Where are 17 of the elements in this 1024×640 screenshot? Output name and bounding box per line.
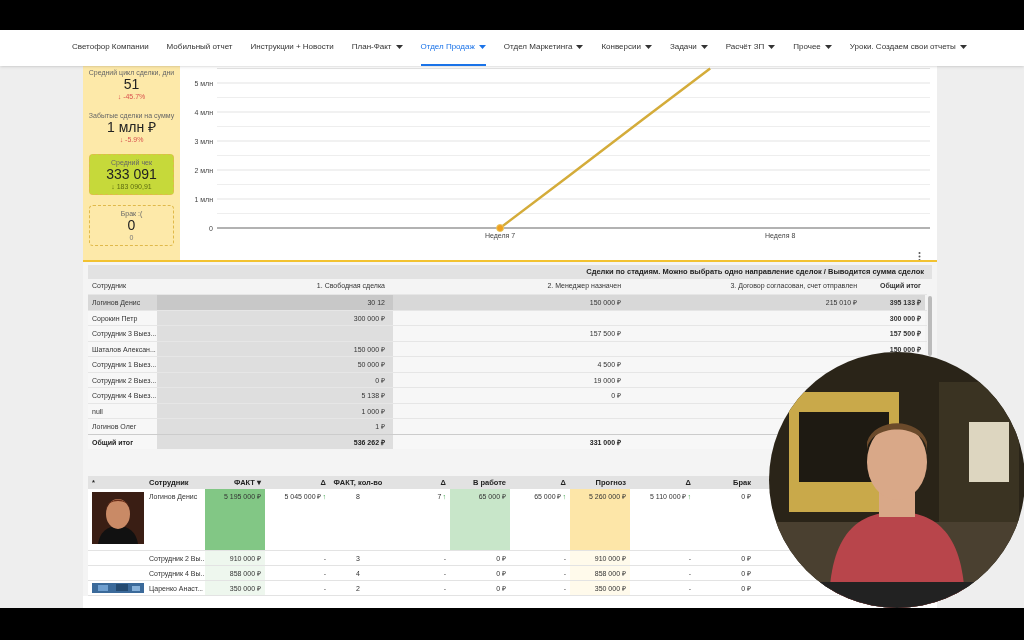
data-point <box>496 224 505 232</box>
nav-tab[interactable]: Прочее <box>793 30 832 66</box>
nav-tab[interactable]: Уроки. Создаем свои отчеты <box>849 30 967 66</box>
nav-tab[interactable]: Задачи <box>669 30 708 66</box>
nav-tab[interactable]: Мобильный отчет <box>166 30 233 66</box>
kpi-value: 1 млн ₽ <box>106 120 157 135</box>
kpi-value: 333 091 <box>106 167 157 182</box>
nav-tab[interactable]: Отдел Маркетинга <box>503 30 584 66</box>
nav-tab[interactable]: Инструкции + Новости <box>250 30 334 66</box>
more-icon[interactable] <box>918 252 921 260</box>
scrollbar[interactable] <box>928 296 932 356</box>
kpi-value: 51 <box>123 77 140 92</box>
nav-tab[interactable]: Светофор Компании <box>72 30 149 66</box>
nav-tab[interactable]: План-Факт <box>351 30 403 66</box>
nav-tab[interactable]: Конверсии <box>601 30 652 66</box>
nav-tab[interactable]: Расчёт ЗП <box>725 30 776 66</box>
kpi-value: 0 <box>127 218 136 233</box>
